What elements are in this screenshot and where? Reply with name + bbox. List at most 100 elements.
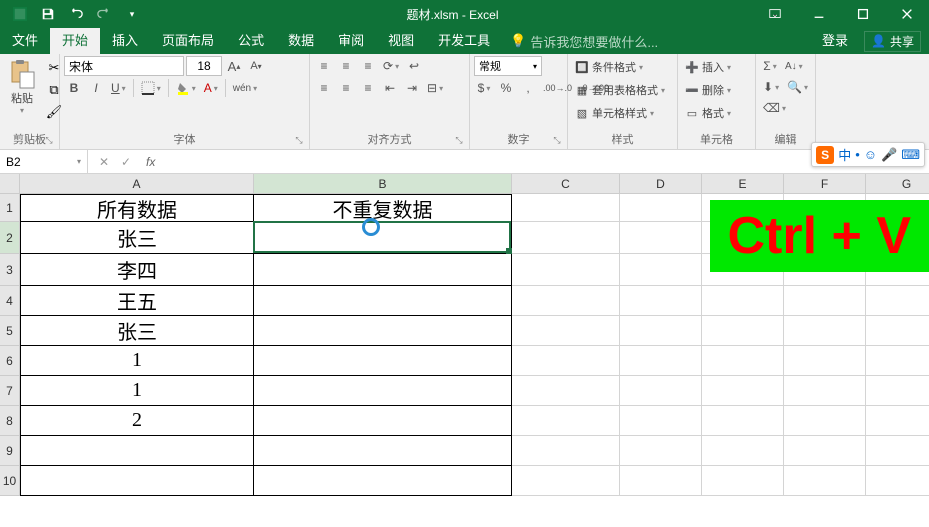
tab-page-layout[interactable]: 页面布局 [150,28,226,54]
cell-A8[interactable]: 2 [20,406,254,436]
delete-cells-button[interactable]: ➖删除▾ [682,79,734,101]
italic-button[interactable]: I [86,78,106,98]
ime-lang-indicator[interactable]: 中 [838,145,851,164]
merge-center-icon[interactable]: ⊟ [424,78,446,98]
conditional-format-button[interactable]: 🔲条件格式▾ [572,56,646,78]
cell-G4[interactable] [866,286,929,316]
percent-format-icon[interactable]: % [496,78,516,98]
cell-C8[interactable] [512,406,620,436]
cancel-formula-icon[interactable]: ✕ [94,155,114,169]
col-header-A[interactable]: A [20,174,254,194]
ribbon-options-icon[interactable] [753,0,797,28]
maximize-icon[interactable] [841,0,885,28]
autosum-icon[interactable]: Σ [760,56,780,76]
tab-review[interactable]: 审阅 [326,28,376,54]
row-header-6[interactable]: 6 [0,346,20,376]
cell-E4[interactable] [702,286,784,316]
cell-B3[interactable] [254,254,512,286]
cell-A7[interactable]: 1 [20,376,254,406]
insert-cells-button[interactable]: ➕插入▾ [682,56,734,78]
format-cells-button[interactable]: ▭格式▾ [682,102,734,124]
cell-D8[interactable] [620,406,702,436]
phonetic-button[interactable]: wén [230,78,260,98]
tab-file[interactable]: 文件 [0,28,50,54]
number-format-combo[interactable]: 常规▾ [474,56,542,76]
cell-C10[interactable] [512,466,620,496]
enter-formula-icon[interactable]: ✓ [116,155,136,169]
cell-D1[interactable] [620,194,702,222]
cell-A2[interactable]: 张三 [20,222,254,254]
alignment-launcher-icon[interactable]: ⤡ [453,135,465,147]
row-headers[interactable]: 12345678910 [0,194,20,496]
cell-D7[interactable] [620,376,702,406]
cell-A1[interactable]: 所有数据 [20,194,254,222]
row-header-2[interactable]: 2 [0,222,20,254]
ime-mic-icon[interactable]: 🎤 [881,147,897,163]
ime-emoji-icon[interactable]: ☺ [864,147,877,162]
cell-B4[interactable] [254,286,512,316]
cell-C7[interactable] [512,376,620,406]
bold-button[interactable]: B [64,78,84,98]
paste-button[interactable]: 粘贴 ▾ [4,56,40,117]
cell-D4[interactable] [620,286,702,316]
row-header-3[interactable]: 3 [0,254,20,286]
cell-B2[interactable] [254,222,512,254]
cell-F9[interactable] [784,436,866,466]
increase-indent-icon[interactable]: ⇥ [402,78,422,98]
border-button[interactable] [138,78,164,98]
cell-G10[interactable] [866,466,929,496]
align-right-icon[interactable]: ≡ [358,78,378,98]
cell-A6[interactable]: 1 [20,346,254,376]
formula-input[interactable] [159,155,911,169]
tab-home[interactable]: 开始 [50,28,100,54]
tab-insert[interactable]: 插入 [100,28,150,54]
cell-F7[interactable] [784,376,866,406]
cell-F10[interactable] [784,466,866,496]
cell-C3[interactable] [512,254,620,286]
font-name-combo[interactable] [64,56,184,76]
cell-G8[interactable] [866,406,929,436]
row-header-9[interactable]: 9 [0,436,20,466]
font-size-combo[interactable] [186,56,222,76]
sogou-logo-icon[interactable]: S [816,146,834,164]
cell-B1[interactable]: 不重复数据 [254,194,512,222]
row-header-1[interactable]: 1 [0,194,20,222]
cell-styles-button[interactable]: ▧单元格样式▾ [572,102,657,124]
col-header-E[interactable]: E [702,174,784,194]
decrease-indent-icon[interactable]: ⇤ [380,78,400,98]
ime-toolbar[interactable]: S 中 • ☺ 🎤 ⌨ [811,142,925,167]
save-icon[interactable] [36,2,60,26]
align-left-icon[interactable]: ≡ [314,78,334,98]
col-header-D[interactable]: D [620,174,702,194]
ime-keyboard-icon[interactable]: ⌨ [901,147,920,163]
share-button[interactable]: 👤 共享 [864,31,921,52]
cell-C2[interactable] [512,222,620,254]
col-header-G[interactable]: G [866,174,929,194]
col-header-F[interactable]: F [784,174,866,194]
cell-F5[interactable] [784,316,866,346]
wrap-text-icon[interactable]: ↩ [404,56,424,76]
fill-color-button[interactable] [173,78,199,98]
accounting-format-icon[interactable]: $ [474,78,494,98]
cell-C9[interactable] [512,436,620,466]
login-link[interactable]: 登录 [810,28,860,54]
cell-G7[interactable] [866,376,929,406]
cell-B8[interactable] [254,406,512,436]
cell-B7[interactable] [254,376,512,406]
col-header-C[interactable]: C [512,174,620,194]
tab-data[interactable]: 数据 [276,28,326,54]
tab-developer[interactable]: 开发工具 [426,28,502,54]
name-box[interactable]: B2 ▾ [0,150,88,173]
cell-B5[interactable] [254,316,512,346]
cell-F4[interactable] [784,286,866,316]
cell-A10[interactable] [20,466,254,496]
qat-customize-icon[interactable]: ▾ [120,2,144,26]
column-headers[interactable]: ABCDEFG [20,174,929,194]
align-middle-icon[interactable]: ≡ [336,56,356,76]
cell-C1[interactable] [512,194,620,222]
fill-icon[interactable]: ⬇ [760,77,782,97]
row-header-5[interactable]: 5 [0,316,20,346]
cell-E10[interactable] [702,466,784,496]
cell-D5[interactable] [620,316,702,346]
cell-C6[interactable] [512,346,620,376]
